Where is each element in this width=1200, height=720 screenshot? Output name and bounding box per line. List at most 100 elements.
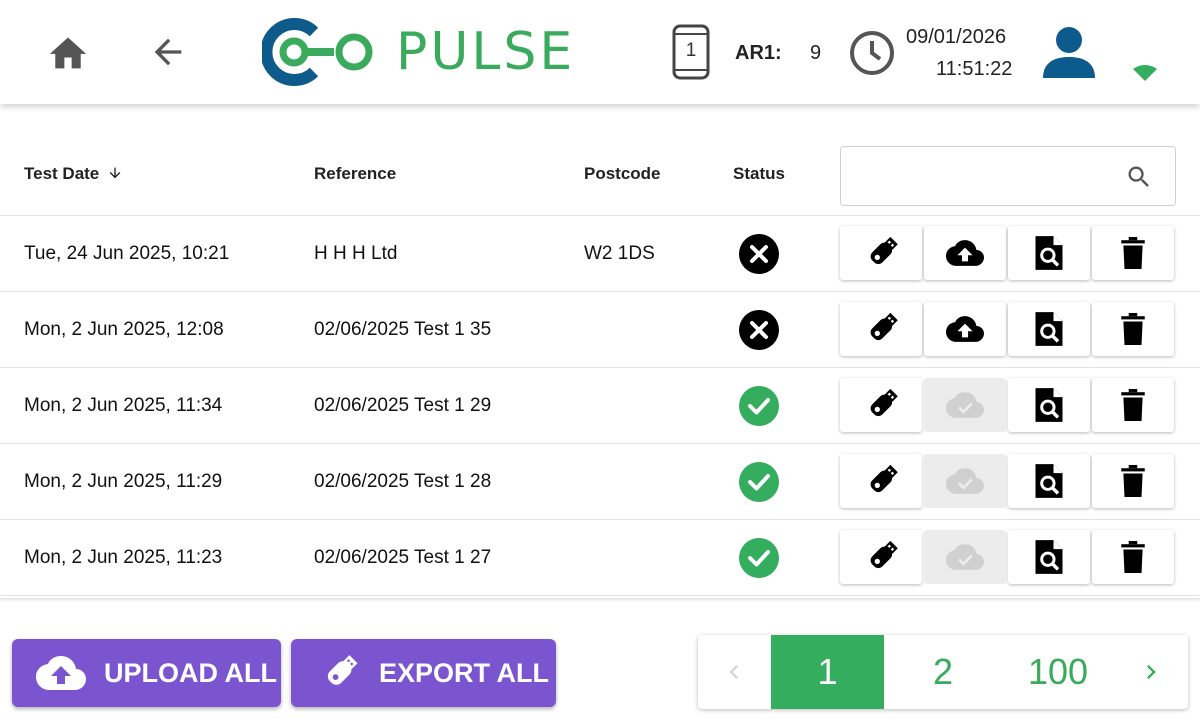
export-usb-button[interactable] [840, 302, 922, 356]
upload-button[interactable] [924, 226, 1006, 280]
logo-mark-icon [262, 18, 373, 86]
brand-name: PULSE [396, 22, 576, 82]
export-usb-button[interactable] [840, 530, 922, 584]
test-results-table: Test Date Reference Postcode Status Tue,… [0, 118, 1200, 598]
clock-icon [850, 31, 894, 75]
trash-icon [1121, 389, 1145, 421]
document-search-icon [1035, 236, 1063, 270]
row-test-date: Mon, 2 Jun 2025, 12:08 [24, 319, 224, 340]
row-reference: 02/06/2025 Test 1 28 [314, 471, 492, 492]
usb-drive-icon [327, 655, 358, 685]
back-arrow-icon [154, 38, 182, 66]
row-reference: 02/06/2025 Test 1 35 [314, 319, 492, 340]
row-status [739, 386, 779, 426]
usb-export-icon [870, 540, 898, 569]
wifi-icon [1133, 65, 1157, 81]
chevron-right-icon [1147, 665, 1156, 679]
trash-icon [1121, 465, 1145, 497]
document-search-icon [1035, 540, 1063, 574]
search-icon[interactable] [1125, 163, 1153, 191]
cloud-done-icon [946, 544, 984, 570]
view-report-button[interactable] [1008, 226, 1090, 280]
trash-icon [1121, 313, 1145, 345]
row-reference: 02/06/2025 Test 1 29 [314, 395, 492, 416]
header-date: 09/01/2026 [906, 26, 1007, 48]
status-fail-icon [739, 234, 779, 274]
table-row[interactable]: Mon, 2 Jun 2025, 11:34 02/06/2025 Test 1 … [0, 368, 1200, 444]
row-reference: H H H Ltd [314, 243, 398, 264]
row-test-date: Tue, 24 Jun 2025, 10:21 [24, 243, 230, 264]
app-header: PULSE 1 AR1: 9 09/01/2026 11:51:22 [0, 0, 1200, 104]
upload-button [924, 530, 1006, 584]
table-row[interactable]: Mon, 2 Jun 2025, 11:29 02/06/2025 Test 1 … [0, 444, 1200, 520]
export-usb-button[interactable] [840, 454, 922, 508]
search-box[interactable] [840, 146, 1176, 206]
pagination: 1 2 100 [698, 635, 1188, 709]
user-icon [1043, 27, 1095, 78]
table-row[interactable]: Tue, 24 Jun 2025, 10:21 H H H Ltd W2 1DS [0, 216, 1200, 292]
page-100-button[interactable]: 100 [1002, 635, 1114, 709]
column-test-date-label: Test Date [24, 164, 100, 183]
column-reference[interactable]: Reference [314, 164, 396, 184]
ar-label: AR1: [735, 42, 782, 64]
status-pass-icon [739, 538, 779, 578]
row-status [739, 310, 779, 350]
delete-button[interactable] [1092, 226, 1174, 280]
row-reference: 02/06/2025 Test 1 27 [314, 547, 492, 568]
column-postcode[interactable]: Postcode [584, 164, 661, 184]
column-status[interactable]: Status [733, 164, 785, 184]
document-search-icon [1035, 312, 1063, 346]
delete-button[interactable] [1092, 378, 1174, 432]
back-button[interactable] [144, 30, 192, 74]
view-report-button[interactable] [1008, 302, 1090, 356]
table-row[interactable]: Mon, 2 Jun 2025, 12:08 02/06/2025 Test 1 … [0, 292, 1200, 368]
status-pass-icon [739, 386, 779, 426]
export-usb-button[interactable] [840, 378, 922, 432]
next-page-button[interactable] [1114, 635, 1188, 709]
upload-all-button[interactable]: UPLOAD ALL [12, 639, 281, 707]
prev-page-button[interactable] [698, 635, 770, 709]
delete-button[interactable] [1092, 530, 1174, 584]
upload-all-label: UPLOAD ALL [104, 657, 277, 688]
brand-logo: PULSE [262, 18, 575, 86]
export-all-label: EXPORT ALL [379, 657, 550, 688]
chevron-left-icon [729, 665, 738, 679]
usb-export-icon [870, 388, 898, 417]
row-test-date: Mon, 2 Jun 2025, 11:23 [24, 547, 223, 568]
trash-icon [1121, 541, 1145, 573]
view-report-button[interactable] [1008, 454, 1090, 508]
export-all-button[interactable]: EXPORT ALL [291, 639, 556, 707]
device-count: 1 [685, 40, 697, 61]
cloud-done-icon [946, 392, 984, 418]
cloud-upload-icon [36, 656, 86, 690]
page-2-button[interactable]: 2 [884, 635, 1002, 709]
search-input[interactable] [853, 161, 1113, 191]
column-test-date[interactable]: Test Date [24, 164, 123, 184]
table-row[interactable]: Mon, 2 Jun 2025, 11:23 02/06/2025 Test 1 … [0, 520, 1200, 596]
status-pass-icon [739, 462, 779, 502]
cloud-upload-icon [946, 316, 984, 342]
upload-button [924, 378, 1006, 432]
user-button[interactable] [1040, 26, 1098, 80]
delete-button[interactable] [1092, 454, 1174, 508]
view-report-button[interactable] [1008, 378, 1090, 432]
usb-export-icon [870, 236, 898, 265]
device-indicator[interactable]: 1 [670, 22, 712, 82]
row-status [739, 538, 779, 578]
usb-export-icon [870, 464, 898, 493]
row-status [739, 462, 779, 502]
view-report-button[interactable] [1008, 530, 1090, 584]
page-1-button[interactable]: 1 [771, 635, 884, 709]
trash-icon [1121, 237, 1145, 269]
home-button[interactable] [42, 30, 94, 74]
row-test-date: Mon, 2 Jun 2025, 11:34 [24, 395, 223, 416]
document-search-icon [1035, 464, 1063, 498]
row-postcode: W2 1DS [584, 243, 655, 264]
row-test-date: Mon, 2 Jun 2025, 11:29 [24, 471, 223, 492]
export-usb-button[interactable] [840, 226, 922, 280]
delete-button[interactable] [1092, 302, 1174, 356]
document-search-icon [1035, 388, 1063, 422]
upload-button[interactable] [924, 302, 1006, 356]
table-header: Test Date Reference Postcode Status [0, 118, 1200, 216]
sort-down-icon [109, 167, 121, 179]
